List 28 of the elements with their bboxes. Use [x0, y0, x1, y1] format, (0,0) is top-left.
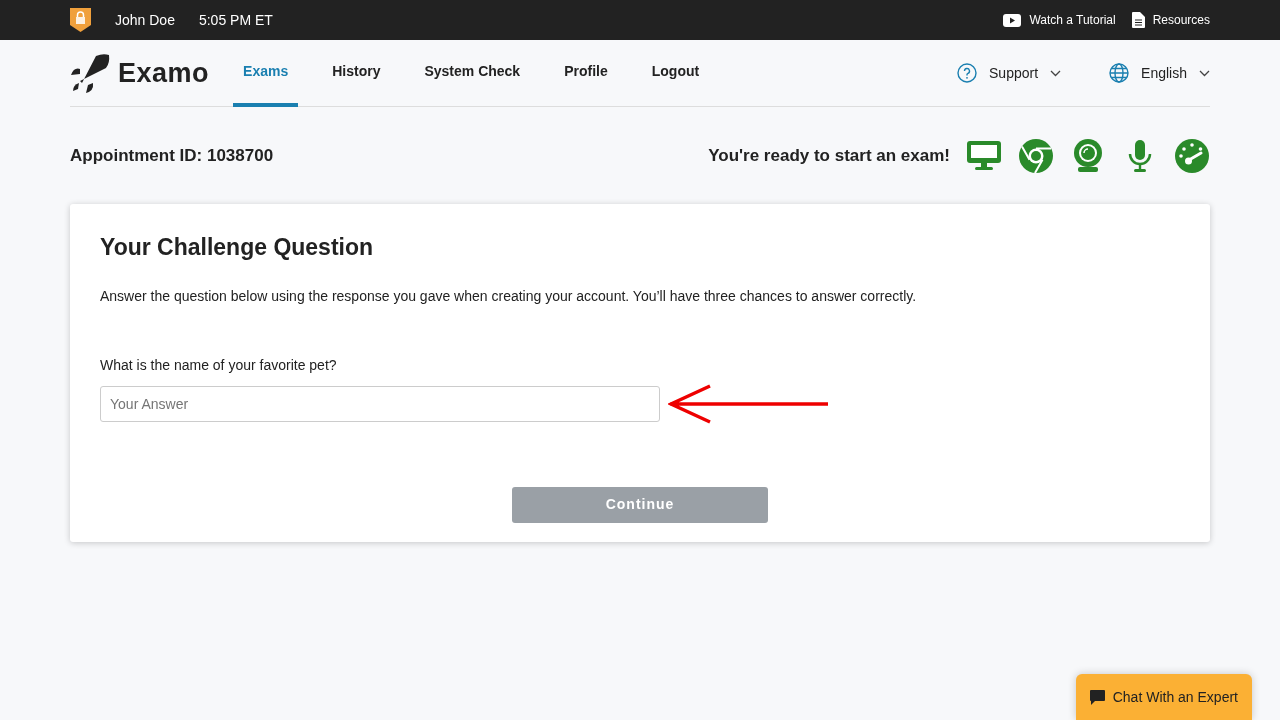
nav-tab[interactable]: History [322, 40, 391, 107]
current-time: 5:05 PM ET [198, 10, 273, 30]
question-label: What is the name of your favorite pet? [100, 355, 338, 375]
shield-lock-icon [70, 8, 91, 32]
resources-link[interactable]: Resources [1131, 11, 1210, 29]
chat-bubble-icon [1089, 689, 1105, 705]
appointment-id: Appointment ID: 1038700 [70, 144, 274, 167]
language-menu[interactable]: English [1109, 62, 1210, 84]
ready-message: You're ready to start an exam! [708, 144, 950, 167]
nav-tab[interactable]: Exams [233, 40, 299, 107]
video-icon [1003, 13, 1022, 27]
support-menu[interactable]: Support [957, 62, 1062, 84]
globe-icon [1109, 63, 1130, 83]
instructions: Answer the question below using the response you gave when creating your account. You’ll have three chances to answer correctly. [100, 286, 918, 306]
nav-tab[interactable]: Profile [554, 40, 618, 107]
tutorial-link[interactable]: Watch a Tutorial [1003, 11, 1116, 29]
chevron-down-icon [1050, 69, 1062, 77]
help-icon [957, 63, 978, 83]
user-name: John Doe [115, 10, 175, 30]
brand-name: Examo [118, 56, 210, 90]
chat-button[interactable]: Chat With an Expert [1075, 674, 1252, 720]
nav-tab[interactable]: System Check [414, 40, 531, 107]
nav-tab[interactable]: Logout [641, 40, 710, 107]
document-icon [1131, 12, 1145, 28]
answer-field[interactable]: Your Answer [100, 385, 660, 422]
card-title: Your Challenge Question [100, 234, 375, 262]
chevron-down-icon [1199, 69, 1210, 77]
rocket-logo-icon [70, 53, 110, 93]
